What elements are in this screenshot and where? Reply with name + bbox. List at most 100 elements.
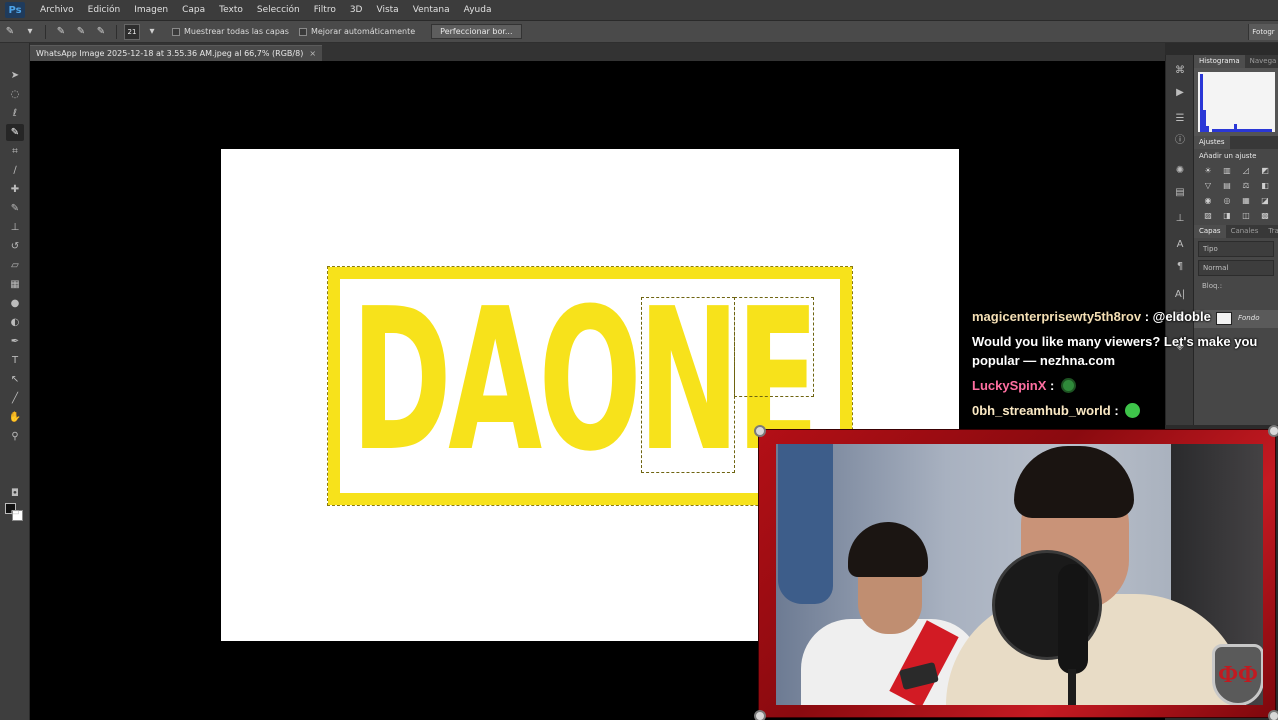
eyedropper-tool-icon[interactable]: ∕ xyxy=(6,162,24,179)
posterize-icon[interactable]: ▨ xyxy=(1202,210,1214,221)
refine-edge-button[interactable]: Perfeccionar bor... xyxy=(431,24,522,39)
brush-size-picker[interactable]: 21 xyxy=(124,23,140,40)
new-selection-icon[interactable]: ✎ xyxy=(54,25,68,39)
frame-corner-bolt-icon xyxy=(754,425,766,437)
menu-texto[interactable]: Texto xyxy=(212,5,250,15)
menu-seleccion[interactable]: Selección xyxy=(250,5,307,15)
tab-histogram[interactable]: Histograma xyxy=(1194,55,1245,68)
threshold-icon[interactable]: ◨ xyxy=(1221,210,1233,221)
tab-channels[interactable]: Canales xyxy=(1226,225,1264,238)
chat-separator: : xyxy=(1110,403,1123,418)
quick-mask-icon[interactable]: ◘ xyxy=(6,485,24,502)
chat-message: LuckySpinX : xyxy=(972,376,1272,395)
histogram-bar xyxy=(1234,124,1237,132)
dodge-tool-icon[interactable]: ◐ xyxy=(6,314,24,331)
chat-username: 0bh_streamhub_world xyxy=(972,403,1111,418)
menu-vista[interactable]: Vista xyxy=(369,5,405,15)
frame-corner-bolt-icon xyxy=(754,710,766,720)
properties-panel-icon[interactable]: ☰ xyxy=(1172,111,1188,127)
menu-archivo[interactable]: Archivo xyxy=(33,5,81,15)
tab-paths[interactable]: Traz xyxy=(1263,225,1278,238)
brightness-contrast-icon[interactable]: ☀ xyxy=(1202,165,1214,176)
type-tool-icon[interactable]: T xyxy=(6,352,24,369)
menu-3d[interactable]: 3D xyxy=(343,5,370,15)
auto-enhance-checkbox[interactable] xyxy=(298,27,307,36)
character-panel-icon[interactable]: A xyxy=(1172,237,1188,253)
document-tab[interactable]: WhatsApp Image 2025-12-18 at 3.55.36 AM.… xyxy=(30,45,323,61)
chat-separator: : xyxy=(1141,309,1153,324)
webcam-overlay: ΦΦ xyxy=(754,425,1278,720)
selective-color-icon[interactable]: ◫ xyxy=(1240,210,1252,221)
invert-icon[interactable]: ◪ xyxy=(1259,195,1271,206)
chat-message: 0bh_streamhub_world : xyxy=(972,401,1272,420)
info-panel-icon[interactable]: ⓘ xyxy=(1172,133,1188,149)
brush-panel-icon[interactable]: ✺ xyxy=(1172,163,1188,179)
color-lookup-icon[interactable]: ▦ xyxy=(1240,195,1252,206)
pen-tool-icon[interactable]: ✒ xyxy=(6,333,24,350)
blur-tool-icon[interactable]: ● xyxy=(6,295,24,312)
close-tab-icon[interactable]: × xyxy=(309,49,316,58)
brush-presets-icon[interactable]: ▤ xyxy=(1172,185,1188,201)
menu-filtro[interactable]: Filtro xyxy=(307,5,343,15)
clone-stamp-icon[interactable]: ⊥ xyxy=(6,219,24,236)
tab-adjustments[interactable]: Ajustes xyxy=(1194,136,1230,149)
line-tool-icon[interactable]: ╱ xyxy=(6,390,24,407)
curves-icon[interactable]: ◿ xyxy=(1240,165,1252,176)
brush-dropdown-icon[interactable]: ▾ xyxy=(145,25,159,39)
vibrance-icon[interactable]: ▽ xyxy=(1202,180,1214,191)
histogram-graph xyxy=(1198,72,1275,132)
workspace-switcher-button[interactable]: Fotogr xyxy=(1248,24,1278,40)
healing-brush-icon[interactable]: ✚ xyxy=(6,181,24,198)
channel-mixer-icon[interactable]: ◎ xyxy=(1221,195,1233,206)
gradient-map-icon[interactable]: ▩ xyxy=(1259,210,1271,221)
blend-mode-select[interactable]: Normal xyxy=(1198,260,1274,276)
menu-imagen[interactable]: Imagen xyxy=(127,5,175,15)
crop-tool-icon[interactable]: ⌗ xyxy=(6,143,24,160)
subtract-from-selection-icon[interactable]: ✎ xyxy=(94,25,108,39)
menu-ayuda[interactable]: Ayuda xyxy=(457,5,499,15)
menu-edicion[interactable]: Edición xyxy=(81,5,128,15)
zoom-tool-icon[interactable]: ⚲ xyxy=(6,428,24,445)
layer-kind-filter[interactable]: Tipo xyxy=(1198,241,1274,257)
quick-selection-tool-icon[interactable]: ✎ xyxy=(3,25,17,39)
black-white-icon[interactable]: ◧ xyxy=(1259,180,1271,191)
histogram-bar xyxy=(1206,126,1209,132)
tool-preset-dropdown-icon[interactable]: ▾ xyxy=(23,25,37,39)
hue-saturation-icon[interactable]: ▤ xyxy=(1221,180,1233,191)
styles-panel-icon[interactable]: A| xyxy=(1172,287,1188,303)
sample-all-layers-checkbox[interactable] xyxy=(172,27,180,36)
logo-text: DAONE xyxy=(351,267,819,495)
color-balance-icon[interactable]: ⚖ xyxy=(1240,180,1252,191)
clone-source-icon[interactable]: ⊥ xyxy=(1172,211,1188,227)
move-tool-icon[interactable]: ➤ xyxy=(6,67,24,84)
chat-username: magicenterprisewty5th8rov xyxy=(972,309,1142,324)
emote-icon xyxy=(1060,378,1076,393)
add-to-selection-icon[interactable]: ✎ xyxy=(74,25,88,39)
hand-tool-icon[interactable]: ✋ xyxy=(6,409,24,426)
histogram-panel xyxy=(1194,68,1278,136)
auto-enhance-label: Mejorar automáticamente xyxy=(310,27,416,36)
menu-ventana[interactable]: Ventana xyxy=(406,5,457,15)
eraser-tool-icon[interactable]: ▱ xyxy=(6,257,24,274)
history-brush-icon[interactable]: ↺ xyxy=(6,238,24,255)
marquee-tool-icon[interactable]: ◌ xyxy=(6,86,24,103)
history-panel-icon[interactable]: ⌘ xyxy=(1172,63,1188,79)
menu-capa[interactable]: Capa xyxy=(175,5,212,15)
screen-mode-icon[interactable]: ▭ xyxy=(6,504,24,521)
quick-selection-tool-icon[interactable]: ✎ xyxy=(6,124,24,141)
actions-panel-icon[interactable]: ▶ xyxy=(1172,85,1188,101)
path-selection-icon[interactable]: ↖ xyxy=(6,371,24,388)
options-divider xyxy=(116,24,117,39)
exposure-icon[interactable]: ◩ xyxy=(1259,165,1271,176)
paragraph-panel-icon[interactable]: ¶ xyxy=(1172,259,1188,275)
tab-layers[interactable]: Capas xyxy=(1194,225,1226,238)
lasso-tool-icon[interactable]: ℓ xyxy=(6,105,24,122)
gradient-tool-icon[interactable]: ▦ xyxy=(6,276,24,293)
photo-filter-icon[interactable]: ◉ xyxy=(1202,195,1214,206)
levels-icon[interactable]: ▥ xyxy=(1221,165,1233,176)
document-tab-title: WhatsApp Image 2025-12-18 at 3.55.36 AM.… xyxy=(36,49,304,58)
stream-chat-overlay: magicenterprisewty5th8rov : @eldoble Wou… xyxy=(972,307,1272,426)
photoshop-window: Ps Archivo Edición Imagen Capa Texto Sel… xyxy=(0,0,1278,720)
brush-tool-icon[interactable]: ✎ xyxy=(6,200,24,217)
tab-navigator[interactable]: Navega xyxy=(1245,55,1278,68)
